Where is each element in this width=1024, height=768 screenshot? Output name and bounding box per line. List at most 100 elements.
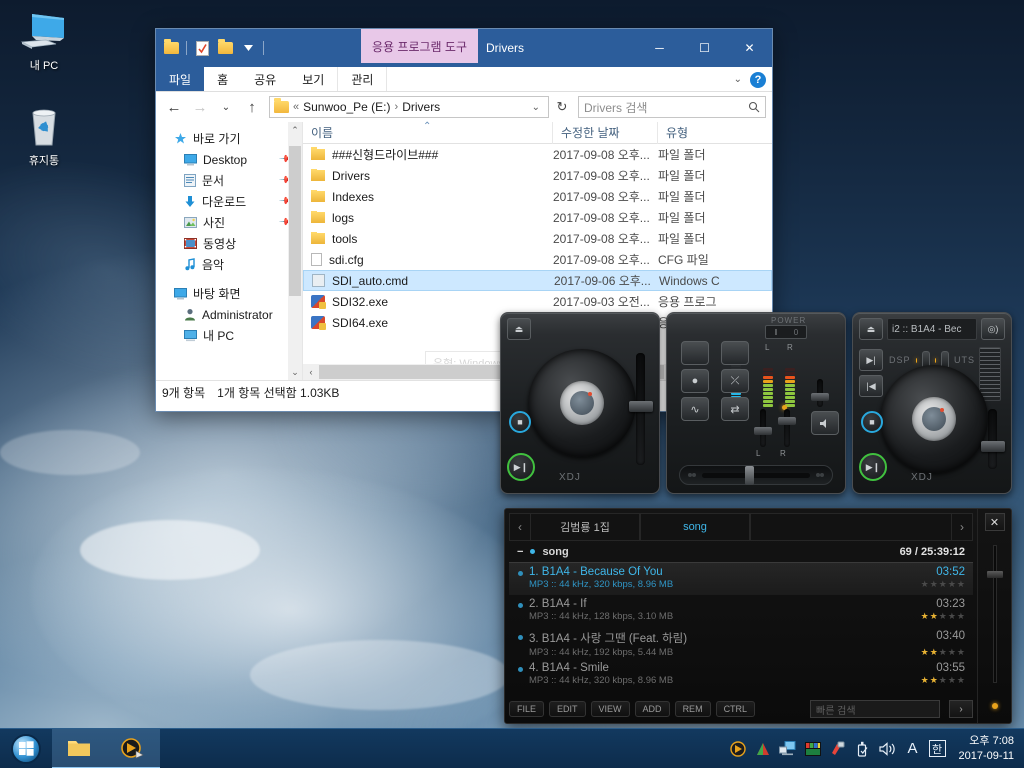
quick-search-input[interactable]: 빠른 검색: [810, 700, 940, 718]
chevron-down-icon[interactable]: ⌄: [734, 74, 742, 85]
left-cue-button[interactable]: ■: [509, 411, 531, 433]
crossfader-track[interactable]: [702, 465, 810, 485]
breadcrumb-dropdown-icon[interactable]: ⌄: [528, 102, 544, 113]
sidebar-item-pictures[interactable]: 사진 📌: [156, 212, 302, 233]
close-button[interactable]: ✕: [727, 29, 772, 67]
list-item[interactable]: 2. B1A4 - If 03:23 MP3 :: 44 kHz, 128 kb…: [509, 595, 973, 627]
sidebar-item-desktop[interactable]: Desktop 📌: [156, 149, 302, 170]
color-tray-icon[interactable]: [804, 740, 822, 758]
left-play-button[interactable]: ▶❙: [507, 453, 535, 481]
paint-tray-icon[interactable]: [829, 740, 847, 758]
crossfader[interactable]: [679, 465, 833, 485]
list-item[interactable]: 3. B1A4 - 사랑 그땐 (Feat. 하림) 03:40 MP3 :: …: [509, 627, 973, 659]
playlist-tab-1[interactable]: song: [640, 514, 750, 540]
list-item[interactable]: 1. B1A4 - Because Of You 03:52 MP3 :: 44…: [509, 563, 973, 595]
sidebar-item-my-pc[interactable]: 내 PC: [156, 325, 302, 346]
ime-font-icon[interactable]: A: [904, 740, 922, 758]
dj-right-deck[interactable]: ⏏ i2 :: B1A4 - Bec ◎) ▶| |◀ DSP UTS ■ ▶❙: [852, 312, 1012, 494]
properties-icon[interactable]: [192, 38, 212, 58]
speaker-mute-button[interactable]: [811, 411, 839, 435]
right-pitch-fader[interactable]: [981, 441, 1005, 452]
table-row[interactable]: ###신형드라이브### 2017-09-08 오후... 파일 폴더: [303, 144, 772, 165]
column-header-date[interactable]: 수정한 날짜: [553, 121, 658, 144]
repeat-button[interactable]: ⇄: [721, 397, 749, 421]
headphone-cue-button[interactable]: ◎): [981, 318, 1005, 340]
table-row[interactable]: Drivers 2017-09-08 오후... 파일 폴더: [303, 165, 772, 186]
volume-slider-track[interactable]: [993, 545, 997, 683]
track-rating[interactable]: ★ ★ ★ ★ ★: [921, 579, 965, 590]
scroll-down-icon[interactable]: ⌄: [288, 364, 302, 380]
power-switch[interactable]: I 0: [765, 325, 807, 339]
track-rating[interactable]: ★ ★ ★ ★ ★: [921, 675, 965, 686]
table-row[interactable]: Indexes 2017-09-08 오후... 파일 폴더: [303, 186, 772, 207]
browse-button[interactable]: [681, 341, 709, 365]
dj-mixer[interactable]: POWER I 0 R L R: [666, 312, 846, 494]
sidebar-item-quick-access[interactable]: 바로 가기: [156, 128, 302, 149]
table-row[interactable]: logs 2017-09-08 오후... 파일 폴더: [303, 207, 772, 228]
nav-pane-scrollbar[interactable]: ⌃ ⌄: [288, 122, 302, 380]
scrollbar-thumb[interactable]: [289, 146, 301, 296]
table-row[interactable]: tools 2017-09-08 오후... 파일 폴더: [303, 228, 772, 249]
breadcrumb[interactable]: « Sunwoo_Pe (E:) › Drivers ⌄: [269, 96, 549, 118]
desktop-icon-recycle-bin[interactable]: 휴지통: [6, 105, 82, 168]
customize-dropdown-icon[interactable]: [238, 38, 258, 58]
dj-left-deck[interactable]: ⏏ ■ ▶❙ XDJ: [500, 312, 660, 494]
crossfader-knob[interactable]: [745, 465, 755, 485]
left-pitch-fader[interactable]: [629, 401, 653, 412]
desktop-icon-my-pc[interactable]: 내 PC: [6, 10, 82, 73]
master-fader[interactable]: [811, 393, 829, 401]
list-button[interactable]: [721, 341, 749, 365]
record-button[interactable]: ●: [681, 369, 709, 393]
table-row[interactable]: sdi.cfg 2017-09-08 오후... CFG 파일: [303, 249, 772, 270]
new-folder-icon[interactable]: [215, 38, 235, 58]
view-menu-button[interactable]: VIEW: [590, 701, 630, 717]
minimize-button[interactable]: ─: [637, 29, 682, 67]
next-track-button[interactable]: ▶|: [859, 349, 883, 371]
playlist-tab-0[interactable]: 김범룡 1집: [530, 514, 640, 540]
right-jog-wheel[interactable]: [880, 365, 988, 473]
track-rating[interactable]: ★ ★ ★ ★ ★: [921, 611, 965, 622]
remove-button[interactable]: REM: [674, 701, 711, 717]
player-tray-icon[interactable]: [729, 740, 747, 758]
volume-slider-knob[interactable]: [987, 571, 1003, 578]
touch-strip[interactable]: [979, 347, 1001, 401]
sidebar-item-music[interactable]: 음악: [156, 254, 302, 275]
help-icon[interactable]: ?: [750, 71, 766, 88]
scroll-up-icon[interactable]: ⌃: [288, 122, 302, 138]
sidebar-item-documents[interactable]: 문서 📌: [156, 170, 302, 191]
close-button[interactable]: ✕: [984, 513, 1005, 531]
file-menu-button[interactable]: FILE: [509, 701, 545, 717]
ribbon-tab-manage[interactable]: 관리: [337, 67, 388, 91]
mountain-tray-icon[interactable]: [754, 740, 772, 758]
quick-search-go-button[interactable]: ›: [949, 700, 973, 718]
ribbon-tab-home[interactable]: 홈: [204, 67, 241, 91]
playlist-next-button[interactable]: ›: [952, 514, 972, 540]
scroll-left-icon[interactable]: ‹: [303, 364, 319, 380]
left-jog-wheel[interactable]: [528, 349, 636, 457]
prev-track-button[interactable]: |◀: [859, 375, 883, 397]
sidebar-item-videos[interactable]: 동영상: [156, 233, 302, 254]
edit-menu-button[interactable]: EDIT: [549, 701, 586, 717]
back-button[interactable]: ←: [162, 95, 186, 119]
channel-left-fader[interactable]: [754, 427, 772, 435]
explorer-titlebar[interactable]: 응용 프로그램 도구 Drivers ─ ☐ ✕: [156, 29, 772, 67]
eject-button[interactable]: ⏏: [859, 318, 883, 340]
maximize-button[interactable]: ☐: [682, 29, 727, 67]
channel-right-fader[interactable]: [778, 417, 796, 425]
up-button[interactable]: ↑: [240, 95, 264, 119]
table-row[interactable]: SDI32.exe 2017-09-03 오전... 응용 프로그: [303, 291, 772, 312]
start-button[interactable]: [0, 729, 52, 768]
column-header-type[interactable]: 유형: [658, 122, 772, 144]
ribbon-tab-view[interactable]: 보기: [289, 67, 337, 91]
ribbon-tab-share[interactable]: 공유: [241, 67, 289, 91]
right-play-button[interactable]: ▶❙: [859, 453, 887, 481]
sidebar-item-downloads[interactable]: 다운로드 📌: [156, 191, 302, 212]
playlist-tab-empty[interactable]: [750, 514, 952, 540]
ctrl-menu-button[interactable]: CTRL: [715, 701, 756, 717]
breadcrumb-drive[interactable]: Sunwoo_Pe (E:): [303, 100, 390, 114]
playlist-group-header[interactable]: − song 69 / 25:39:12: [509, 541, 973, 563]
right-cue-button[interactable]: ■: [861, 411, 883, 433]
taskbar-player-button[interactable]: [106, 728, 160, 768]
track-rating[interactable]: ★ ★ ★ ★ ★: [921, 647, 965, 658]
ime-korean-icon[interactable]: 한: [928, 740, 946, 757]
